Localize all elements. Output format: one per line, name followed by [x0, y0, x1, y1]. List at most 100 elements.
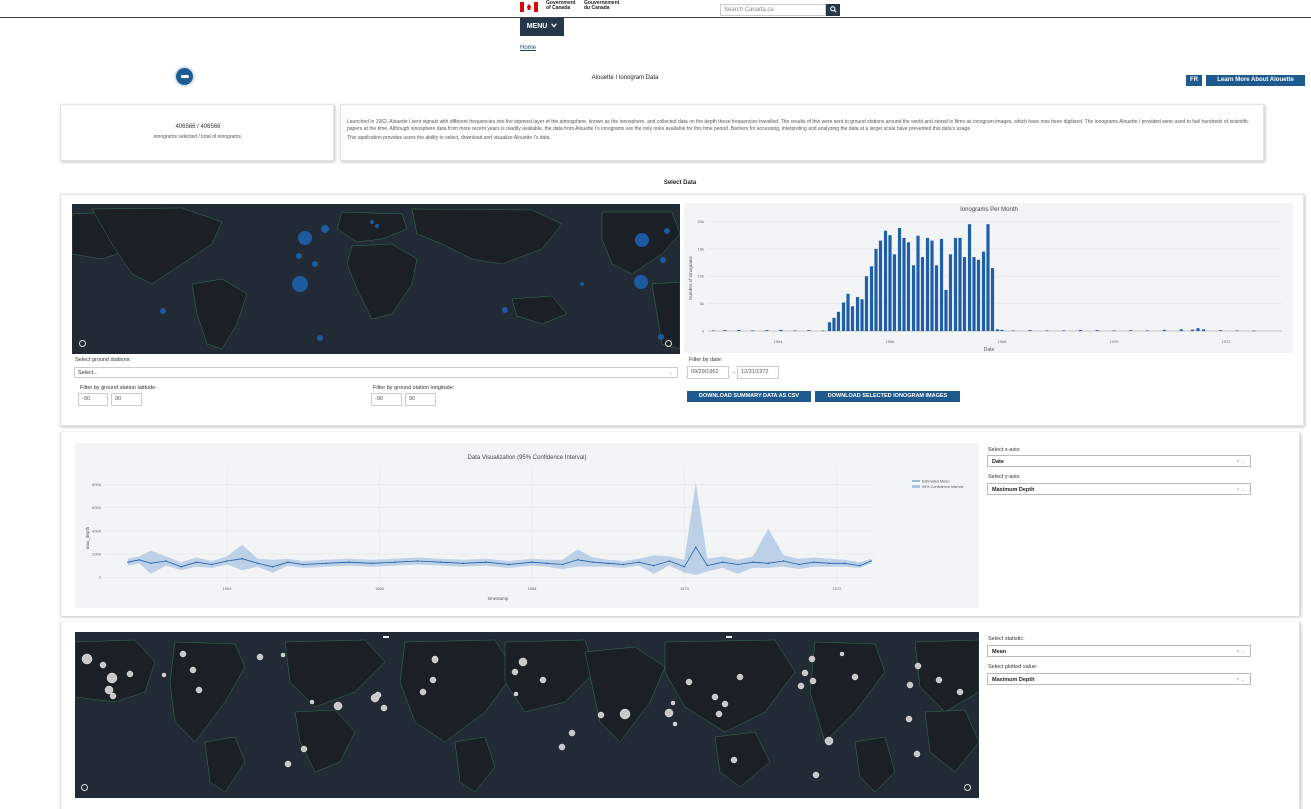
x-tick-label: 1964	[223, 586, 233, 591]
histogram-bar	[902, 237, 906, 331]
select-data-heading: Select Data	[663, 180, 697, 186]
mean-point	[180, 566, 182, 568]
histogram-bar	[1179, 329, 1183, 331]
histogram-bar	[723, 330, 727, 331]
clear-icon[interactable]: × ⌄	[1237, 459, 1246, 465]
mean-point	[843, 562, 846, 565]
statistic-value: Mean	[992, 649, 1007, 655]
ionogram-count-label: ionograms selected / total of ionograms.	[153, 134, 243, 140]
chart-title: Data Visualization (95% Confidence Inter…	[468, 455, 587, 461]
clear-icon[interactable]: × ⌄	[1237, 487, 1246, 493]
latitude-min-input[interactable]: -90	[78, 393, 108, 406]
longitude-min-input[interactable]: -90	[371, 393, 402, 406]
histogram-bar	[1062, 330, 1066, 332]
map-reset-icon[interactable]	[665, 340, 672, 347]
confidence-band	[127, 482, 872, 575]
histogram-bar	[892, 254, 897, 331]
y-axis-value: Maximum Depth	[992, 487, 1035, 493]
histogram-bar	[878, 240, 883, 331]
x-tick-label: 1972	[1222, 339, 1232, 344]
histogram-bar	[888, 235, 892, 331]
mean-point	[721, 561, 724, 563]
y-axis-label: Select y-axis:	[988, 474, 1021, 480]
world-map-graphic	[75, 636, 979, 793]
histogram-bar	[911, 265, 916, 331]
menu-button[interactable]: MENU	[520, 18, 564, 36]
histogram-bar	[953, 237, 958, 331]
clear-icon[interactable]: × ⌄	[1237, 677, 1246, 683]
x-axis-label: Select x-axis:	[988, 447, 1021, 453]
x-axis-select[interactable]: Date × ⌄	[987, 455, 1251, 467]
histogram-bar	[1078, 329, 1082, 331]
mean-point	[653, 564, 655, 567]
y-tick-label: 10k	[698, 274, 704, 279]
latitude-max-input[interactable]: 90	[111, 393, 142, 406]
histogram-bar	[860, 299, 864, 331]
download-csv-button[interactable]: DOWNLOAD SUMMARY DATA AS CSV	[687, 391, 811, 402]
mean-point	[127, 561, 129, 563]
mean-point	[394, 561, 396, 563]
histogram-bar	[855, 297, 860, 331]
histogram-bar	[1028, 330, 1032, 331]
x-tick-label: 1968	[998, 339, 1008, 344]
mean-point	[637, 561, 640, 563]
histogram-bar	[925, 237, 930, 331]
mean-point	[302, 563, 304, 566]
legend-band-swatch	[912, 485, 920, 488]
mean-point	[165, 560, 167, 562]
statistic-map[interactable]	[75, 632, 979, 798]
histogram-bar	[712, 330, 716, 332]
longitude-filter-label: Filter by ground station longitude:	[373, 385, 455, 391]
mean-point	[592, 561, 594, 563]
y-tick-label: 4000	[92, 528, 102, 533]
ionogram-count-card: 406566 / 406566 ionograms selected / tot…	[60, 104, 334, 161]
ground-station-map[interactable]	[72, 204, 680, 354]
histogram-bar	[793, 330, 797, 332]
chart-title: Ionograms Per Month	[960, 207, 1018, 213]
language-toggle-button[interactable]: FR	[1186, 75, 1202, 86]
longitude-max-input[interactable]: 90	[405, 393, 436, 406]
y-axis-select[interactable]: Maximum Depth × ⌄	[987, 483, 1251, 495]
stations-placeholder: Select...	[78, 370, 98, 376]
alouette-logo	[174, 66, 195, 87]
histogram-bar	[779, 329, 783, 331]
date-end-input[interactable]: 12/31/1972	[737, 366, 779, 379]
x-axis-title: timestamp	[488, 596, 509, 601]
download-images-button[interactable]: DOWNLOAD SELECTED IONOGRAM IMAGES	[815, 391, 960, 402]
stations-label: Select ground stations:	[75, 357, 131, 363]
map-reset-icon[interactable]	[79, 340, 86, 347]
histogram-bar	[972, 257, 976, 331]
data-visualization-chart[interactable]: Data Visualization (95% Confidence Inter…	[75, 443, 979, 608]
learn-more-button[interactable]: Learn More About Alouette	[1206, 75, 1305, 86]
histogram-bar	[751, 330, 755, 332]
header-rule	[0, 17, 1311, 18]
mean-point	[576, 559, 579, 561]
search-input[interactable]: Search Canada.ca	[720, 4, 826, 16]
breadcrumb-home[interactable]: Home	[520, 45, 536, 51]
gov-en-line2: of Canada	[546, 5, 571, 11]
mean-point	[561, 563, 564, 566]
histogram-svg: Ionograms Per Month 0 5k 10k 15k 20k 1964 1966 1…	[688, 207, 1282, 353]
description-card: Launched in 1962, Alouette I sent signal…	[340, 104, 1264, 161]
date-range-arrow: →	[731, 369, 737, 375]
mean-point	[256, 562, 259, 565]
stations-dropdown[interactable]: Select... ⌄	[74, 367, 678, 378]
histogram-bar	[944, 289, 948, 331]
date-start-input[interactable]: 09/29/1962	[687, 366, 729, 379]
map-reset-icon[interactable]	[81, 784, 88, 791]
plotted-value-select[interactable]: Maximum Depth × ⌄	[987, 673, 1251, 685]
world-map-graphic	[72, 207, 680, 350]
ionograms-per-month-chart[interactable]: Ionograms Per Month 0 5k 10k 15k 20k 1964 1966 1…	[684, 203, 1293, 353]
statistic-select[interactable]: Mean × ⌄	[987, 645, 1251, 657]
x-tick-label: 1964	[774, 339, 784, 344]
histogram-bar	[934, 265, 939, 331]
histogram-bar	[821, 330, 825, 332]
histogram-bar	[995, 329, 1000, 331]
y-axis-title: Number of Ionograms	[688, 255, 693, 299]
histogram-bar	[846, 293, 850, 331]
histogram-bar	[864, 276, 869, 331]
map-reset-icon[interactable]	[964, 784, 971, 791]
mean-point	[508, 563, 510, 566]
search-button[interactable]	[826, 4, 840, 16]
clear-icon[interactable]: × ⌄	[1237, 649, 1246, 655]
